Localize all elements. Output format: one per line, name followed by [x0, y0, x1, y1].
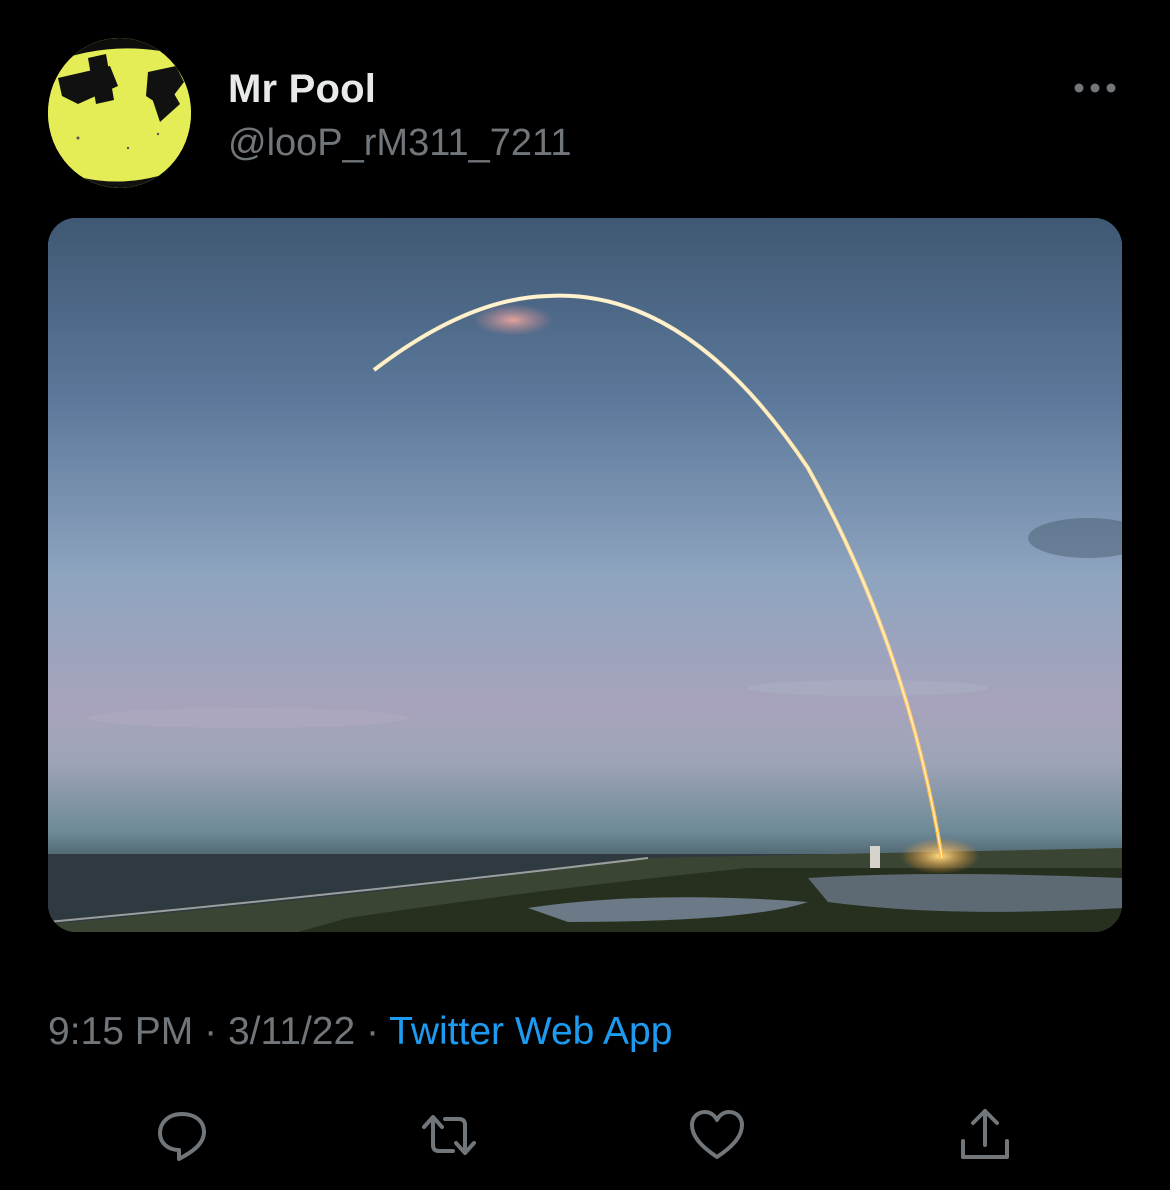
tweet-media-image[interactable]	[48, 218, 1122, 932]
tweet-actions	[0, 1100, 1170, 1170]
tweet-date[interactable]: 3/11/22	[228, 1010, 355, 1053]
user-handle[interactable]: @looP_rM311_7211	[228, 120, 572, 166]
retweet-icon	[422, 1115, 476, 1155]
avatar[interactable]	[48, 38, 191, 188]
tweet-source-link[interactable]: Twitter Web App	[389, 1010, 672, 1053]
share-button[interactable]	[950, 1100, 1020, 1170]
avatar-image	[48, 38, 191, 188]
meta-separator: ·	[366, 1010, 380, 1053]
reply-icon	[158, 1112, 206, 1161]
like-button[interactable]	[682, 1100, 752, 1170]
tweet-meta: 9:15 PM · 3/11/22 · Twitter Web App	[48, 1008, 672, 1056]
retweet-button[interactable]	[414, 1100, 484, 1170]
tweet-time[interactable]: 9:15 PM	[48, 1010, 193, 1053]
more-options-icon	[1074, 83, 1116, 93]
more-options-button[interactable]	[1066, 70, 1124, 106]
meta-separator: ·	[204, 1010, 218, 1053]
rocket-launch-photo	[48, 218, 1122, 932]
heart-icon	[690, 1110, 744, 1159]
share-icon	[961, 1109, 1009, 1159]
reply-button[interactable]	[147, 1100, 217, 1170]
display-name[interactable]: Mr Pool	[228, 66, 376, 112]
